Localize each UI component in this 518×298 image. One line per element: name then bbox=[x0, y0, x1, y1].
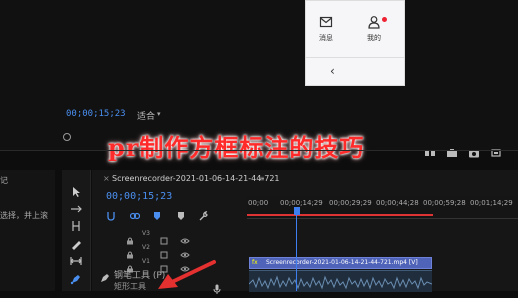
pen-icon bbox=[100, 268, 110, 282]
program-timecode[interactable]: 00;00;15;23 bbox=[66, 109, 126, 119]
ruler-label: 00;00 bbox=[248, 199, 269, 207]
eye-icon[interactable] bbox=[180, 230, 190, 244]
arrow-annotation-icon bbox=[158, 260, 216, 289]
panel-menu-icon[interactable]: ≡ bbox=[258, 174, 265, 183]
add-marker-icon[interactable] bbox=[152, 206, 162, 220]
ruler-label: 00;00;14;29 bbox=[280, 199, 323, 207]
tab-mine[interactable]: 我的 bbox=[354, 15, 394, 43]
fit-select[interactable]: 适合 bbox=[137, 109, 155, 122]
close-icon[interactable]: × bbox=[103, 174, 110, 183]
divider bbox=[0, 150, 518, 151]
back-icon[interactable]: ‹ bbox=[330, 64, 342, 78]
track-label: V1 bbox=[142, 258, 150, 265]
sequence-tab[interactable]: Screenrecorder-2021-01-06-14-21-44-721 bbox=[112, 174, 280, 183]
project-panel bbox=[0, 170, 55, 291]
playhead-handle[interactable] bbox=[294, 207, 300, 215]
overlay-title: pr制作方框标注的技巧 bbox=[108, 133, 365, 162]
lock-icon[interactable] bbox=[126, 258, 134, 273]
notification-dot bbox=[382, 17, 387, 22]
ripple-edit-tool-icon[interactable] bbox=[70, 217, 82, 231]
panel-hint: 选择，并上滚 bbox=[0, 211, 48, 220]
tab-messages[interactable]: 消息 bbox=[306, 15, 346, 43]
playhead-line[interactable] bbox=[296, 207, 297, 291]
sync-lock-icon[interactable] bbox=[160, 230, 168, 245]
ruler-label: 00;00;29;29 bbox=[329, 199, 372, 207]
video-clip-label: Screenrecorder-2021-01-06-14-21-44-721.m… bbox=[266, 259, 418, 266]
wrench-icon[interactable] bbox=[198, 206, 208, 221]
track-select-tool-icon[interactable] bbox=[70, 200, 82, 213]
linked-selection-icon[interactable] bbox=[129, 206, 141, 220]
pen-tool-icon[interactable] bbox=[70, 270, 82, 285]
panel-label: 记 bbox=[0, 176, 8, 185]
mark-circle-icon bbox=[63, 133, 71, 141]
message-icon bbox=[319, 15, 333, 29]
selection-tool-icon[interactable] bbox=[70, 183, 82, 197]
user-icon bbox=[367, 15, 381, 29]
tool-tooltip-secondary: 矩形工具 bbox=[114, 282, 146, 291]
timeline-timecode[interactable]: 00;00;15;23 bbox=[106, 191, 172, 202]
audio-waveform bbox=[249, 275, 432, 290]
fx-badge: fx bbox=[252, 259, 258, 266]
slip-tool-icon[interactable] bbox=[70, 252, 82, 265]
razor-tool-icon[interactable] bbox=[70, 235, 82, 250]
track-label: V2 bbox=[142, 244, 150, 251]
ruler-label: 00;00;59;28 bbox=[423, 199, 466, 207]
tab-mine-label: 我的 bbox=[367, 34, 381, 42]
marker-icon[interactable] bbox=[176, 206, 186, 220]
ruler-label: 00;00;44;28 bbox=[376, 199, 419, 207]
work-area-bar[interactable] bbox=[247, 214, 433, 216]
sync-lock-icon[interactable] bbox=[160, 244, 168, 259]
chevron-down-icon[interactable]: ▾ bbox=[157, 110, 161, 118]
divider bbox=[306, 57, 404, 58]
lock-icon[interactable] bbox=[126, 244, 134, 259]
tab-messages-label: 消息 bbox=[319, 34, 333, 42]
ruler-label: 00;01;14;29 bbox=[470, 199, 513, 207]
eye-icon[interactable] bbox=[180, 244, 190, 258]
lock-icon[interactable] bbox=[126, 230, 134, 245]
phone-popup: 消息 我的 ‹ bbox=[305, 0, 405, 86]
snap-icon[interactable] bbox=[106, 206, 116, 221]
track-label: V3 bbox=[142, 230, 150, 237]
